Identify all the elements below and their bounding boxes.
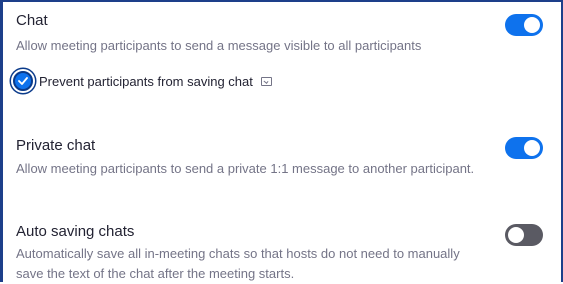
- chat-setting-title: Chat: [16, 12, 48, 29]
- prevent-saving-chat-checkbox[interactable]: [13, 71, 33, 91]
- checkmark-icon: [18, 77, 28, 85]
- private-chat-toggle[interactable]: [505, 137, 543, 159]
- chat-setting-description: Allow meeting participants to send a mes…: [16, 38, 422, 53]
- auto-saving-chats-toggle[interactable]: [505, 224, 543, 246]
- info-icon[interactable]: [260, 76, 272, 86]
- auto-saving-chats-setting-description: Automatically save all in-meeting chats …: [16, 246, 460, 281]
- prevent-saving-chat-label: Prevent participants from saving chat: [39, 73, 253, 89]
- chat-toggle[interactable]: [505, 14, 543, 36]
- toggle-knob: [524, 140, 540, 156]
- private-chat-setting-title: Private chat: [16, 137, 96, 154]
- private-chat-setting-description: Allow meeting participants to send a pri…: [16, 161, 475, 176]
- auto-saving-chats-setting-title: Auto saving chats: [16, 223, 135, 240]
- toggle-knob: [508, 227, 524, 243]
- prevent-saving-chat-option[interactable]: Prevent participants from saving chat: [13, 69, 272, 93]
- toggle-knob: [524, 17, 540, 33]
